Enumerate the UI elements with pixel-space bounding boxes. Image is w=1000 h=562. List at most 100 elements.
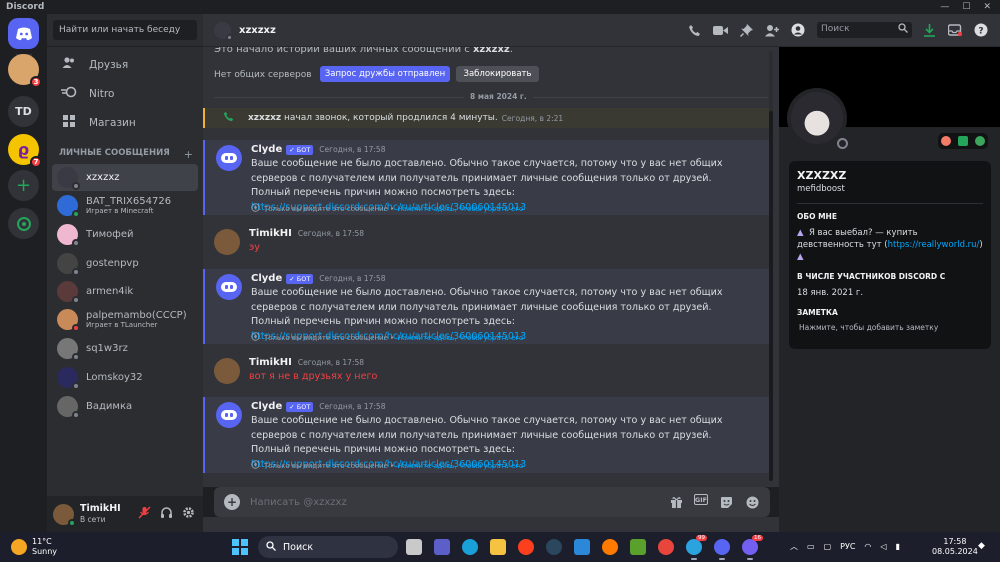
app-orange-icon[interactable]	[602, 539, 618, 555]
keyboard-icon[interactable]: ▭	[807, 542, 815, 551]
dm-item-gostenpvp[interactable]: gostenpvp	[52, 250, 198, 277]
message-author[interactable]: Clyde	[251, 273, 282, 284]
badge-icon[interactable]	[957, 136, 968, 146]
dm-item-xzxzxz[interactable]: xzxzxz	[52, 164, 198, 191]
date-label: 8 мая 2024 г.	[464, 92, 533, 101]
ephemeral-note: Только вы видите это сообщение • Нажмите…	[251, 460, 523, 471]
user-avatar[interactable]	[214, 358, 240, 384]
dismiss-message-link[interactable]: Нажмите здесь, чтобы убрать его	[397, 205, 523, 213]
notification-bell-icon[interactable]: ◆	[978, 541, 985, 551]
profile-avatar[interactable]	[787, 88, 849, 150]
weather-widget[interactable]: 11°C Sunny	[11, 537, 57, 557]
profile-toggle-icon[interactable]	[790, 22, 806, 38]
viber-icon[interactable]: 16	[742, 535, 763, 560]
block-button[interactable]: Заблокировать	[456, 66, 539, 82]
dm-item-sq1w3rz[interactable]: sq1w3rz	[52, 335, 198, 362]
gif-icon[interactable]: GIF	[694, 494, 708, 505]
clyde-avatar[interactable]	[216, 402, 242, 428]
folder-icon[interactable]	[490, 539, 506, 555]
user-avatar[interactable]	[214, 229, 240, 255]
pin-icon[interactable]	[738, 22, 754, 38]
header-search-input[interactable]: Поиск	[817, 22, 912, 38]
server-avatar-icon[interactable]: 3	[8, 54, 42, 88]
message-author[interactable]: Clyde	[251, 401, 282, 412]
dm-search-input[interactable]: Найти или начать беседу	[53, 20, 197, 40]
user-info[interactable]: TimikHI В сети	[80, 503, 121, 525]
badge-icon[interactable]	[941, 136, 952, 146]
message-clyde: Clyde ✓ БОТ Сегодня, в 17:58 Ваше сообще…	[203, 269, 769, 344]
server-r-icon[interactable]: ϱ 7	[8, 134, 42, 168]
friend-request-sent-button[interactable]: Запрос дружбы отправлен	[320, 66, 450, 82]
dm-item-armen4ik[interactable]: armen4ik	[52, 278, 198, 305]
settings-icon[interactable]	[182, 506, 195, 522]
close-button[interactable]: ✕	[983, 2, 991, 12]
discord-icon[interactable]	[714, 539, 730, 560]
start-button[interactable]	[232, 539, 248, 555]
chat-scrollbar[interactable]	[769, 51, 773, 481]
dm-item-timofey[interactable]: Тимофей	[52, 221, 198, 248]
help-icon[interactable]: ?	[973, 22, 989, 38]
dm-item-battrix[interactable]: BAT_TRIX654726 Играет в Minecraft	[52, 192, 198, 219]
battery-icon[interactable]: ▮	[896, 542, 900, 551]
clyde-avatar[interactable]	[216, 274, 242, 300]
emoji-icon[interactable]	[744, 494, 760, 510]
telegram-icon[interactable]: 99	[686, 535, 707, 560]
file-explorer-icon[interactable]	[406, 539, 422, 555]
badge-icon[interactable]	[974, 136, 985, 146]
taskbar-clock[interactable]: 17:58 08.05.2024	[932, 537, 978, 557]
user-avatar[interactable]	[53, 503, 76, 527]
chat-area[interactable]: Это начало истории ваших личных сообщени…	[203, 47, 779, 487]
dm-item-vadimka[interactable]: Вадимка	[52, 393, 198, 420]
teams-icon[interactable]	[434, 539, 450, 555]
chevron-up-icon[interactable]: ︿	[790, 541, 798, 552]
add-server-icon[interactable]: +	[8, 170, 39, 201]
note-input[interactable]: Нажмите, чтобы добавить заметку	[799, 323, 983, 332]
gift-icon[interactable]	[668, 494, 684, 510]
create-dm-button[interactable]: +	[184, 148, 193, 161]
minimize-button[interactable]: —	[940, 2, 949, 12]
display-icon[interactable]: ▢	[824, 542, 832, 551]
member-since-date: 18 янв. 2021 г.	[797, 288, 864, 298]
message-author[interactable]: Clyde	[251, 144, 282, 155]
dm-item-lomskoy32[interactable]: Lomskoy32	[52, 364, 198, 391]
message-author[interactable]: TimikHI	[249, 357, 292, 368]
call-user[interactable]: xzxzxz	[248, 113, 281, 123]
wifi-icon[interactable]: ◠	[864, 542, 871, 551]
clyde-avatar[interactable]	[216, 145, 242, 171]
nitro-icon	[59, 86, 79, 102]
app-blue-icon[interactable]	[574, 539, 590, 555]
status-offline	[72, 296, 80, 304]
taskbar-search[interactable]: Поиск	[258, 536, 398, 558]
scrollbar-thumb[interactable]	[769, 111, 773, 481]
nav-shop[interactable]: Магазин	[53, 111, 197, 135]
edge-icon[interactable]	[462, 539, 478, 555]
headphones-icon[interactable]	[160, 506, 173, 522]
explore-icon[interactable]	[8, 208, 39, 239]
download-icon[interactable]	[921, 22, 937, 38]
message-author[interactable]: TimikHI	[249, 228, 292, 239]
maximize-button[interactable]: ☐	[962, 2, 970, 12]
message-input[interactable]: Написать @xzxzxz	[250, 497, 347, 508]
video-icon[interactable]	[712, 22, 728, 38]
mic-muted-icon[interactable]	[138, 506, 151, 522]
language-indicator[interactable]: РУС	[840, 542, 855, 551]
yandex-icon[interactable]	[518, 539, 534, 555]
message-composer[interactable]: + Написать @xzxzxz GIF	[214, 487, 770, 517]
volume-icon[interactable]: ◁	[880, 542, 886, 551]
call-icon[interactable]	[686, 22, 702, 38]
attach-plus-icon[interactable]: +	[224, 494, 240, 510]
server-td-icon[interactable]: TD	[8, 96, 39, 127]
dismiss-message-link[interactable]: Нажмите здесь, чтобы убрать его	[397, 334, 523, 342]
add-friend-icon[interactable]	[764, 22, 780, 38]
steam-icon[interactable]	[546, 539, 562, 555]
sticker-icon[interactable]	[718, 494, 734, 510]
nav-nitro[interactable]: Nitro	[53, 82, 197, 106]
chrome-icon[interactable]	[658, 539, 674, 555]
discord-home-icon[interactable]	[8, 18, 39, 49]
dm-item-palpemambo[interactable]: palpemambo(CCCP) Играет в TLauncher	[52, 306, 198, 333]
minecraft-icon[interactable]	[630, 539, 646, 555]
inbox-icon[interactable]	[947, 22, 963, 38]
dismiss-message-link[interactable]: Нажмите здесь, чтобы убрать его	[397, 462, 523, 470]
nav-friends[interactable]: Друзья	[53, 53, 197, 77]
about-link[interactable]: https://reallyworld.ru/	[888, 240, 980, 250]
